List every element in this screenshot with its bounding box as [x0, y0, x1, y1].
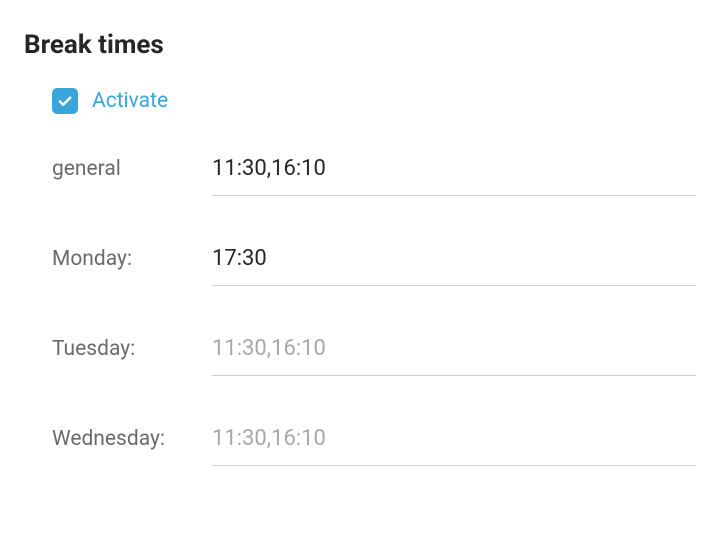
wednesday-input[interactable]	[212, 426, 696, 451]
field-row-general: general	[52, 156, 696, 196]
field-input-wrap	[212, 246, 696, 286]
monday-input[interactable]	[212, 246, 696, 271]
field-label-general: general	[52, 157, 212, 181]
field-label-tuesday: Tuesday:	[52, 337, 212, 361]
field-label-wednesday: Wednesday:	[52, 427, 212, 451]
activate-label: Activate	[92, 89, 168, 113]
activate-row: Activate	[52, 88, 696, 114]
section-title: Break times	[24, 30, 696, 60]
field-row-wednesday: Wednesday:	[52, 426, 696, 466]
activate-checkbox[interactable]	[52, 88, 78, 114]
field-input-wrap	[212, 156, 696, 196]
field-row-tuesday: Tuesday:	[52, 336, 696, 376]
tuesday-input[interactable]	[212, 336, 696, 361]
field-label-monday: Monday:	[52, 247, 212, 271]
general-input[interactable]	[212, 156, 696, 181]
field-input-wrap	[212, 426, 696, 466]
check-icon	[56, 92, 74, 110]
field-input-wrap	[212, 336, 696, 376]
field-row-monday: Monday:	[52, 246, 696, 286]
